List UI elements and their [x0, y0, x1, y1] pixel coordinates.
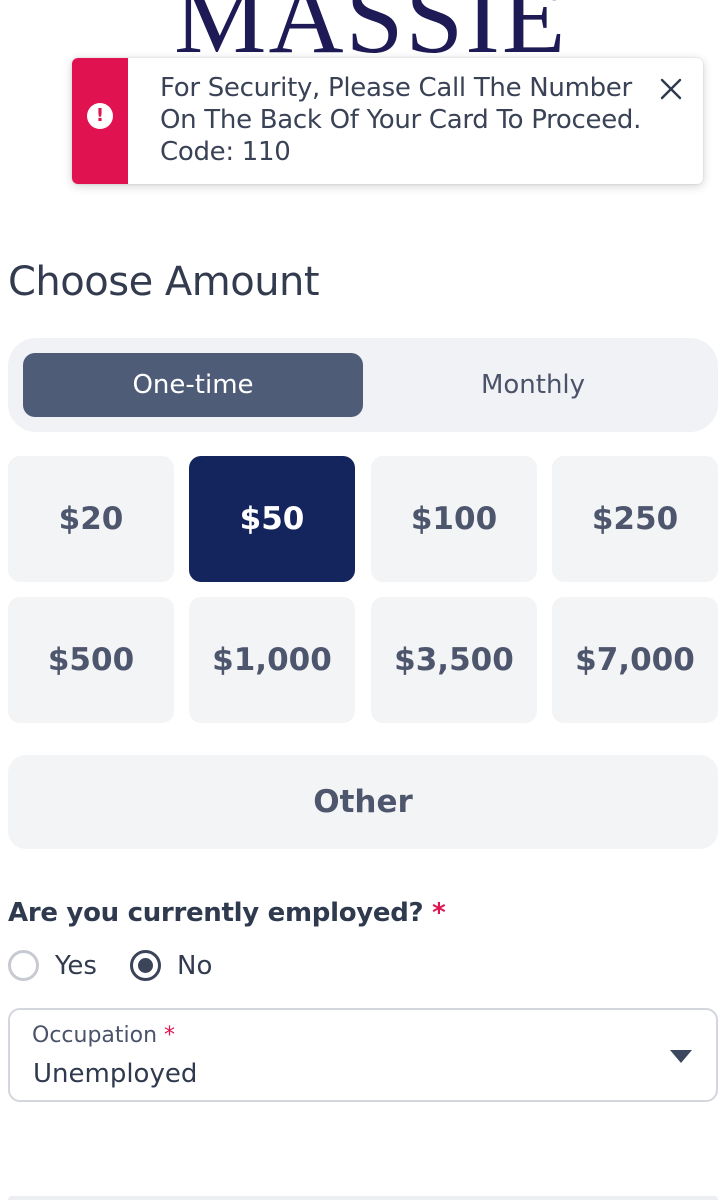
radio-checked-icon[interactable] — [130, 950, 161, 981]
amount-button-50[interactable]: $50 — [189, 456, 355, 582]
next-section-edge — [8, 1196, 718, 1200]
choose-amount-heading: Choose Amount — [8, 259, 320, 305]
frequency-monthly[interactable]: Monthly — [363, 353, 703, 417]
radio-dot — [138, 958, 153, 973]
amount-button-250[interactable]: $250 — [552, 456, 718, 582]
donation-page: MASSIE ! For Security, Please Call The N… — [0, 0, 726, 1200]
occupation-select[interactable]: Occupation * Unemployed — [8, 1008, 718, 1102]
occupation-label: Occupation * — [32, 1022, 175, 1050]
required-marker: * — [164, 1023, 176, 1048]
occupation-value: Unemployed — [33, 1059, 198, 1089]
frequency-one-time[interactable]: One-time — [23, 353, 363, 417]
security-alert-toast: ! For Security, Please Call The Number O… — [72, 58, 703, 184]
radio-no-label: No — [177, 951, 213, 981]
exclamation-icon: ! — [87, 103, 113, 129]
required-marker: * — [432, 898, 446, 928]
occupation-label-text: Occupation — [32, 1023, 158, 1048]
frequency-toggle: One-time Monthly — [8, 338, 718, 432]
alert-accent-bar: ! — [72, 58, 128, 184]
other-amount-button[interactable]: Other — [8, 755, 718, 849]
employment-question: Are you currently employed? * — [8, 894, 446, 932]
amount-button-500[interactable]: $500 — [8, 597, 174, 723]
close-icon[interactable] — [654, 72, 688, 106]
brand-logo: MASSIE — [0, 0, 726, 62]
amount-button-3500[interactable]: $3,500 — [371, 597, 537, 723]
alert-message: For Security, Please Call The Number On … — [160, 73, 642, 167]
logo-text: MASSIE — [174, 0, 568, 62]
caret-down-icon[interactable] — [670, 1050, 692, 1063]
radio-yes-label: Yes — [55, 951, 97, 981]
employment-question-text: Are you currently employed? — [8, 898, 424, 928]
amount-button-100[interactable]: $100 — [371, 456, 537, 582]
amount-button-1000[interactable]: $1,000 — [189, 597, 355, 723]
radio-unchecked-icon[interactable] — [8, 950, 39, 981]
amount-button-20[interactable]: $20 — [8, 456, 174, 582]
amount-button-7000[interactable]: $7,000 — [552, 597, 718, 723]
